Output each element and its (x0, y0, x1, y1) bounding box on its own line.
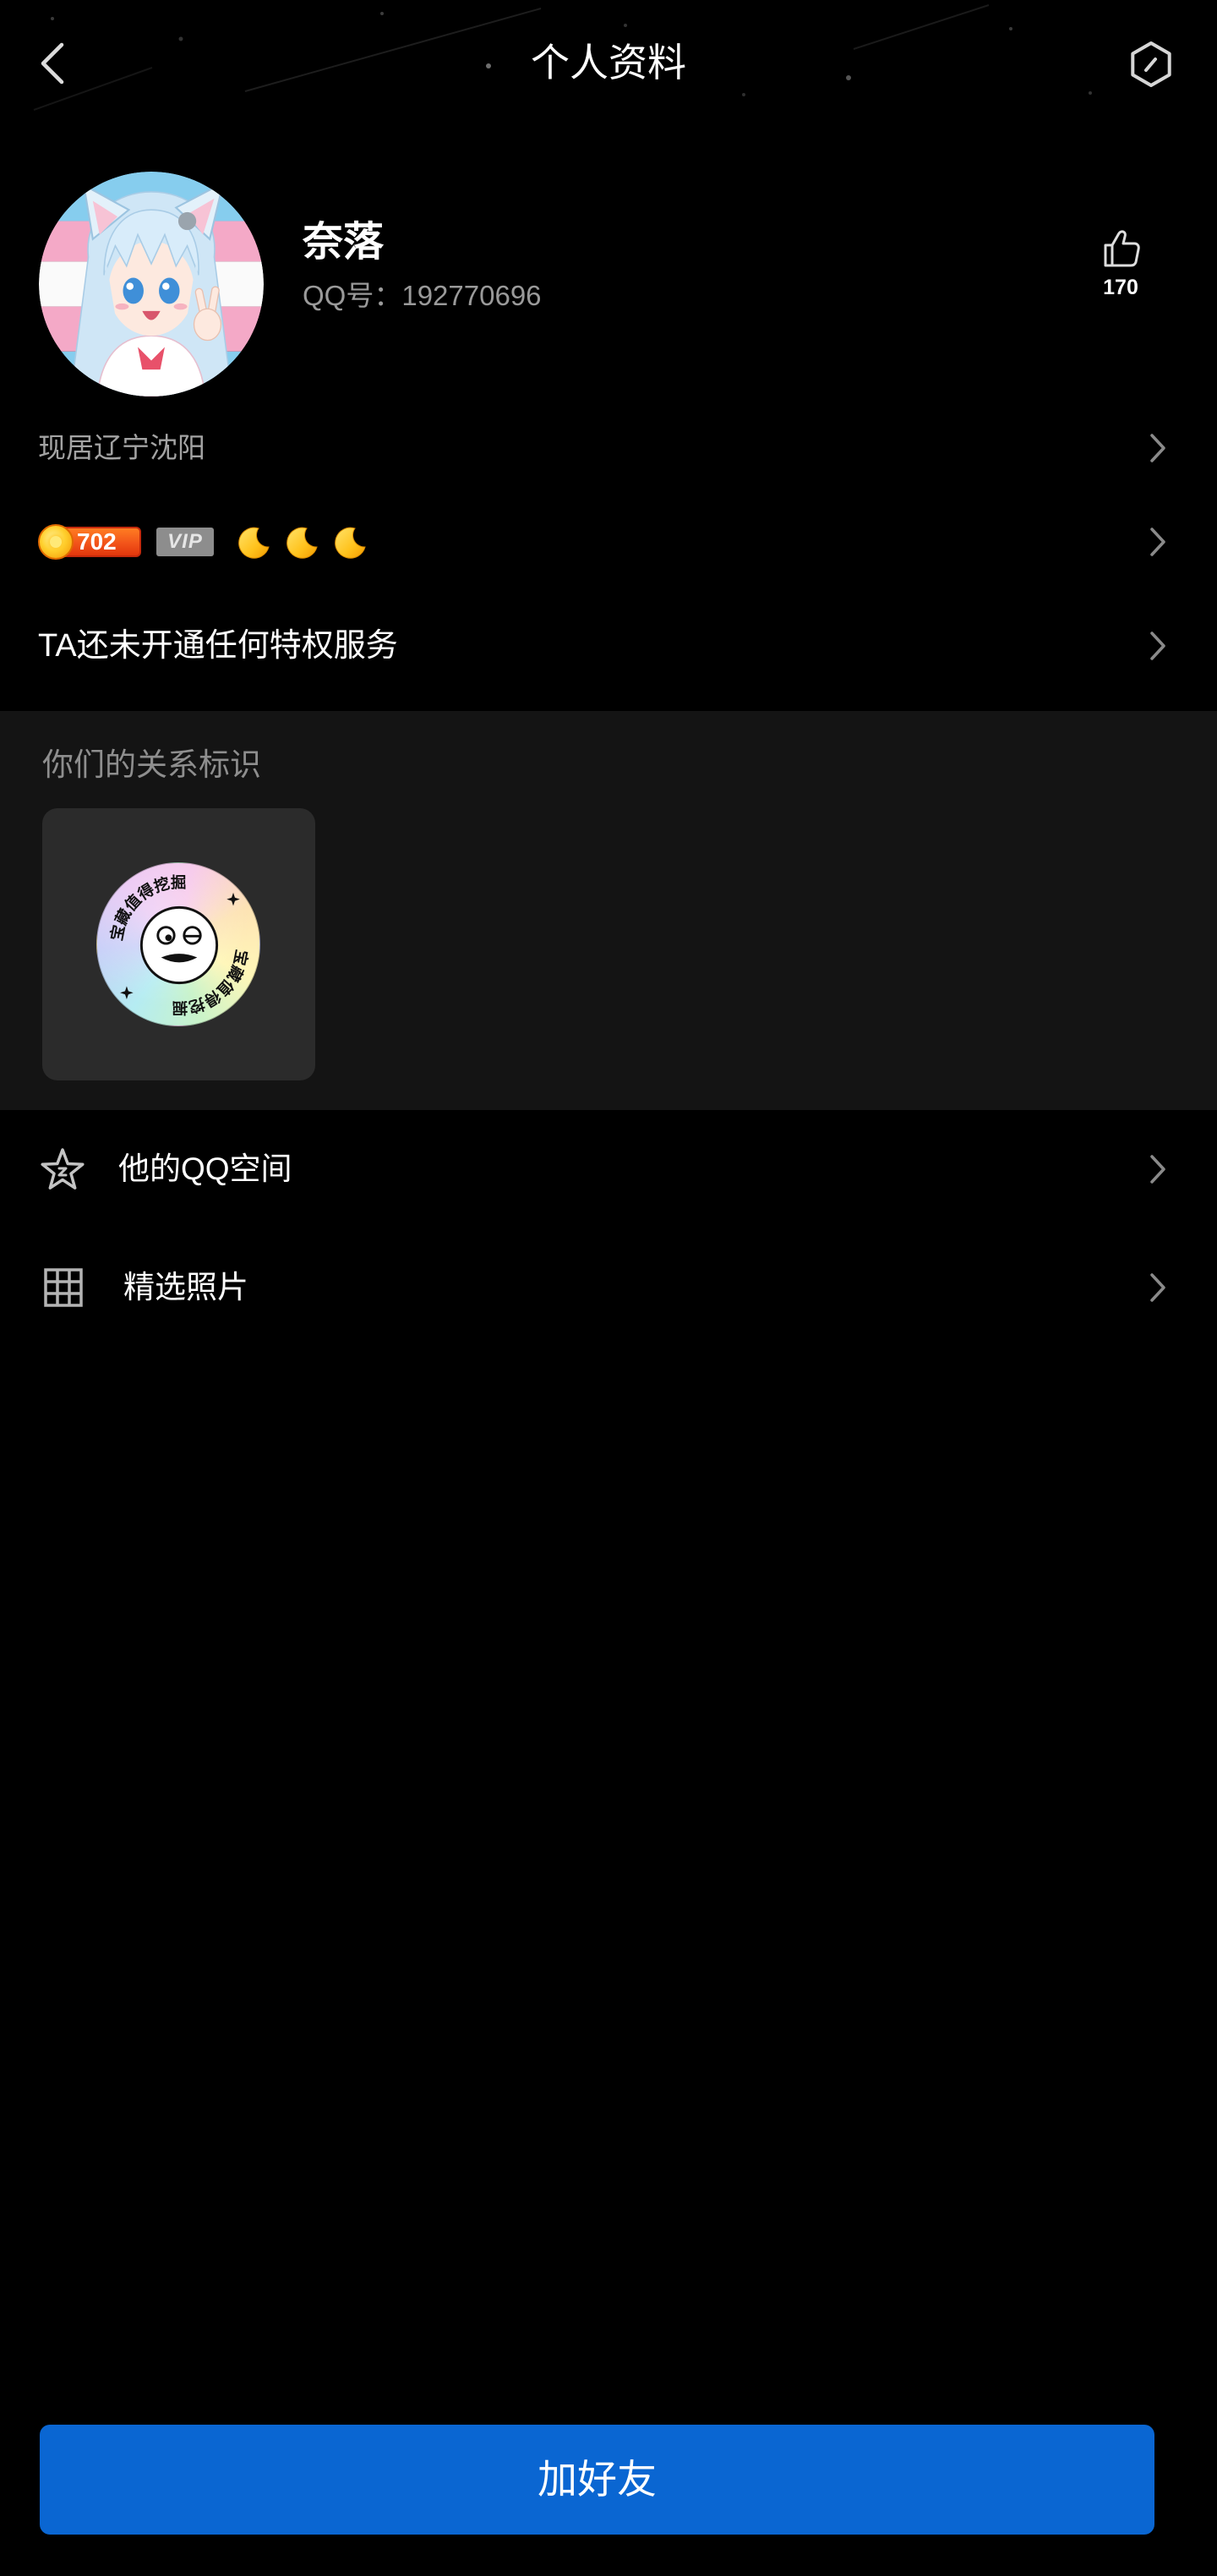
location-row[interactable]: 现居辽宁沈阳 (0, 423, 1217, 473)
moon-shape (287, 527, 318, 559)
chevron-right-icon (1150, 434, 1165, 462)
relationship-title: 你们的关系标识 (42, 747, 261, 782)
back-button[interactable] (29, 34, 76, 93)
location-text: 现居辽宁沈阳 (38, 432, 205, 463)
avatar[interactable] (39, 172, 264, 397)
moon-icon (238, 527, 270, 559)
avatar-character (69, 181, 233, 397)
badge-face-circle (139, 905, 219, 985)
chevron-right-icon (1150, 1273, 1165, 1302)
chevron-right-icon (1150, 528, 1165, 556)
featured-photos-row[interactable]: 精选照片 (0, 1254, 1217, 1321)
qq-number-line: QQ号：192770696 (303, 279, 542, 313)
moon-icon (335, 527, 366, 559)
relationship-badge-art: 宝藏值得挖掘 宝藏值得挖掘 (107, 873, 251, 1017)
relationship-badge: 宝藏值得挖掘 宝藏值得挖掘 (96, 862, 260, 1026)
more-button[interactable] (1124, 37, 1178, 91)
moon-shape (335, 527, 366, 559)
relationship-badge-tile[interactable]: 宝藏值得挖掘 宝藏值得挖掘 (42, 808, 315, 1080)
sun-coin-icon (38, 524, 74, 560)
like-button[interactable]: 170 (1087, 222, 1154, 306)
chevron-right-icon (1150, 1155, 1165, 1184)
qzone-row[interactable]: 他的QQ空间 (0, 1135, 1217, 1203)
level-badge: 702 (38, 524, 141, 560)
qq-number: 192770696 (401, 280, 542, 311)
chevron-left-icon[interactable] (40, 42, 65, 85)
moon-icon (287, 527, 318, 559)
sparkle-icon (226, 892, 240, 906)
privilege-row[interactable]: TA还未开通任何特权服务 (0, 616, 1217, 675)
hexagon-settings-icon[interactable] (1127, 41, 1175, 88)
like-count: 170 (1103, 276, 1138, 299)
sparkle-icon (120, 986, 134, 1000)
moon-shape (238, 527, 270, 559)
qzone-label: 他的QQ空间 (118, 1151, 292, 1186)
level-value: 702 (77, 528, 117, 555)
avatar-image (39, 172, 264, 397)
star-icon (41, 1148, 85, 1190)
privilege-text: TA还未开通任何特权服务 (38, 628, 398, 664)
profile-name: 奈落 (303, 220, 385, 265)
relationship-section: 你们的关系标识 宝藏值得挖掘 宝藏值得挖掘 (0, 711, 1217, 1110)
chevron-right-icon (1150, 632, 1165, 660)
featured-photos-label: 精选照片 (123, 1270, 248, 1304)
thumbs-up-icon[interactable] (1099, 227, 1143, 271)
qq-label: QQ号： (303, 280, 402, 311)
page-title: 个人资料 (531, 41, 686, 85)
vip-badge: VIP (156, 528, 214, 556)
add-friend-button[interactable]: 加好友 (40, 2425, 1154, 2535)
level-row[interactable]: 702 VIP (0, 517, 1217, 567)
grid-icon (44, 1268, 83, 1307)
moon-level-icons (235, 522, 379, 562)
